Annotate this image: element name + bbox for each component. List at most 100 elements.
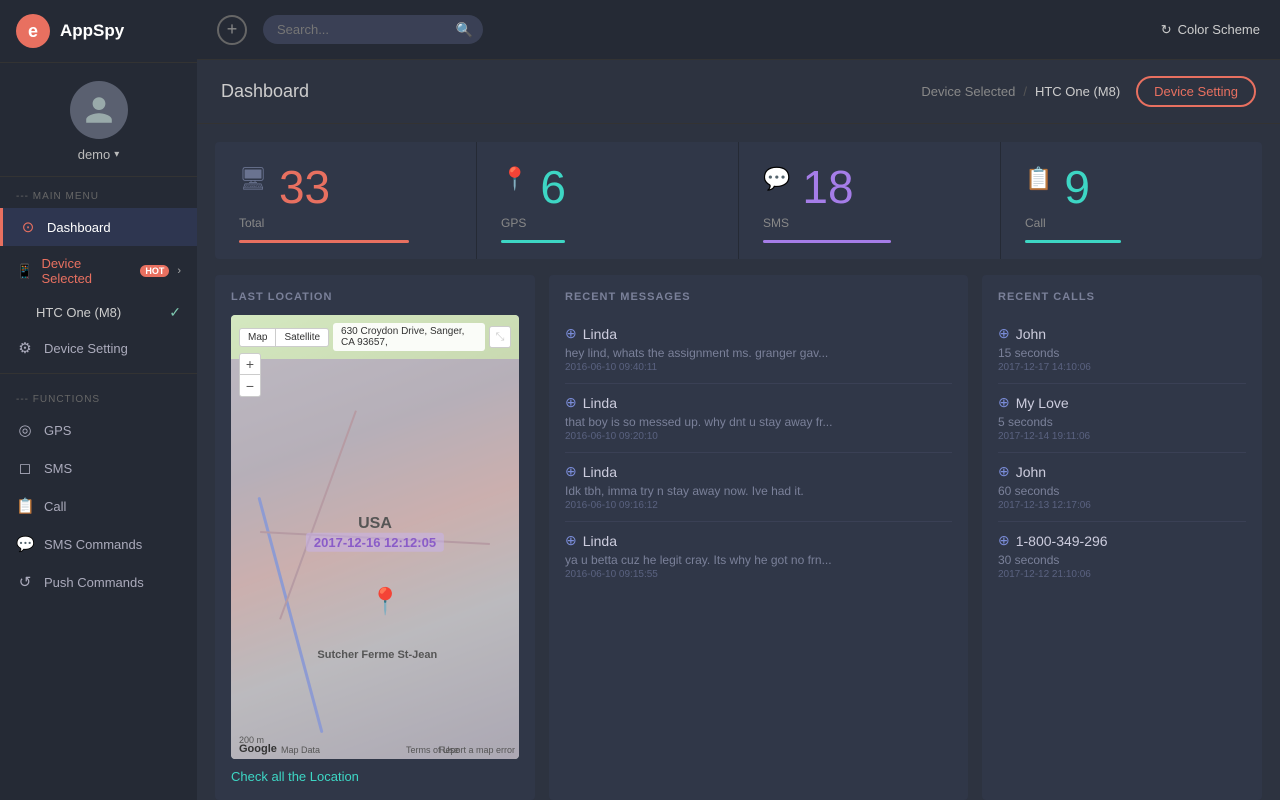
- add-button[interactable]: +: [217, 15, 247, 45]
- search-icon[interactable]: 🔍: [456, 21, 473, 38]
- call-icon-1: ⊕: [998, 394, 1010, 411]
- gps-icon: ◎: [16, 421, 34, 439]
- total-icon: 🖥: [239, 166, 267, 192]
- location-title: LAST LOCATION: [231, 291, 519, 303]
- functions-label: --- FUNCTIONS: [0, 380, 197, 411]
- call-time-2: 2017-12-13 12:17:06: [998, 500, 1246, 511]
- gps-value: 6: [540, 164, 566, 210]
- search-input[interactable]: [263, 15, 483, 44]
- zoom-out-button[interactable]: −: [239, 375, 261, 397]
- check-location-link[interactable]: Check all the Location: [231, 769, 519, 784]
- topbar: + 🔍 ↻ Color Scheme: [197, 0, 1280, 60]
- call-name-3: ⊕ 1-800-349-296: [998, 532, 1246, 549]
- call-bar: [1025, 240, 1121, 243]
- map-terrain: USA 2017-12-16 12:12:05 📍 Sutcher Ferme …: [231, 315, 519, 759]
- device-setting-button[interactable]: Device Setting: [1136, 76, 1256, 107]
- map-region-overlay: [231, 359, 519, 759]
- msg-icon-2: ⊕: [565, 463, 577, 480]
- map-center-info: USA 2017-12-16 12:12:05: [306, 515, 444, 552]
- msg-time-2: 2016-06-10 09:16:12: [565, 500, 952, 511]
- msg-text-1: that boy is so messed up. why dnt u stay…: [565, 415, 952, 429]
- sidebar-item-gps[interactable]: ◎ GPS: [0, 411, 197, 449]
- msg-icon-1: ⊕: [565, 394, 577, 411]
- report-label: Report a map error: [439, 745, 515, 755]
- color-scheme-button[interactable]: ↻ Color Scheme: [1161, 22, 1260, 38]
- sidebar-item-sms[interactable]: ◻ SMS: [0, 449, 197, 487]
- sidebar-item-call[interactable]: 📋 Call: [0, 487, 197, 525]
- map-zoom-controls: + −: [239, 353, 261, 397]
- sidebar-item-push-commands[interactable]: ↺ Push Commands: [0, 563, 197, 601]
- push-commands-icon: ↺: [16, 573, 34, 591]
- phone-icon: 📱: [16, 263, 33, 280]
- sms-bar: [763, 240, 891, 243]
- stat-gps: 📍 6 GPS: [477, 142, 739, 259]
- sidebar: e AppSpy demo ▾ --- MAIN MENU ⊙ Dashboar…: [0, 0, 197, 800]
- sidebar-item-device-selected[interactable]: 📱 Device Selected HOT ›: [0, 246, 197, 296]
- color-scheme-icon: ↻: [1161, 22, 1172, 38]
- map-city-label: Sutcher Ferme St-Jean: [317, 649, 437, 661]
- bottom-panels: LAST LOCATION USA 2017-12-16 12:12:05: [215, 275, 1262, 800]
- checkmark-icon: ✓: [169, 304, 181, 321]
- msg-time-0: 2016-06-10 09:40:11: [565, 362, 952, 373]
- msg-sender-0: ⊕ Linda: [565, 325, 952, 342]
- map-data-label: Map Data: [281, 745, 320, 755]
- search-wrapper: 🔍: [263, 15, 483, 44]
- user-name[interactable]: demo ▾: [78, 147, 120, 162]
- message-item: ⊕ Linda ya u betta cuz he legit cray. It…: [565, 522, 952, 590]
- stats-row: 🖥 33 Total 📍 6 GPS 💬 18 SMS 📋: [215, 142, 1262, 259]
- divider: [0, 373, 197, 374]
- call-stat-icon: 📋: [1025, 166, 1052, 192]
- sms-commands-icon: 💬: [16, 535, 34, 553]
- msg-icon-3: ⊕: [565, 532, 577, 549]
- map-pin-icon: 📍: [369, 586, 401, 617]
- gps-bar: [501, 240, 565, 243]
- calls-panel: RECENT CALLS ⊕ John 15 seconds 2017-12-1…: [982, 275, 1262, 800]
- hot-badge: HOT: [140, 265, 169, 277]
- msg-text-0: hey lind, whats the assignment ms. grang…: [565, 346, 952, 360]
- call-icon-2: ⊕: [998, 463, 1010, 480]
- avatar: [70, 81, 128, 139]
- map-type-buttons: Map Satellite: [239, 328, 329, 347]
- call-duration-2: 60 seconds: [998, 484, 1246, 498]
- sms-value: 18: [802, 164, 853, 210]
- call-duration-0: 15 seconds: [998, 346, 1246, 360]
- dashboard-icon: ⊙: [19, 218, 37, 236]
- app-logo: e: [16, 14, 50, 48]
- call-item-0: ⊕ John 15 seconds 2017-12-17 14:10:06: [998, 315, 1246, 384]
- total-value: 33: [279, 164, 330, 210]
- messages-title: RECENT MESSAGES: [565, 291, 952, 303]
- zoom-in-button[interactable]: +: [239, 353, 261, 375]
- call-label: Call: [1025, 216, 1238, 230]
- map-button[interactable]: Map: [239, 328, 276, 347]
- sidebar-item-dashboard[interactable]: ⊙ Dashboard: [0, 208, 197, 246]
- call-icon-0: ⊕: [998, 325, 1010, 342]
- sms-icon: ◻: [16, 459, 34, 477]
- call-name-0: ⊕ John: [998, 325, 1246, 342]
- call-item-1: ⊕ My Love 5 seconds 2017-12-14 19:11:06: [998, 384, 1246, 453]
- message-item: ⊕ Linda Idk tbh, imma try n stay away no…: [565, 453, 952, 522]
- device-option-htc[interactable]: HTC One (M8) ✓: [0, 296, 197, 329]
- map-container: USA 2017-12-16 12:12:05 📍 Sutcher Ferme …: [231, 315, 519, 759]
- stat-total: 🖥 33 Total: [215, 142, 477, 259]
- call-item-2: ⊕ John 60 seconds 2017-12-13 12:17:06: [998, 453, 1246, 522]
- stat-sms: 💬 18 SMS: [739, 142, 1001, 259]
- gps-stat-icon: 📍: [501, 166, 528, 192]
- msg-text-2: Idk tbh, imma try n stay away now. Ive h…: [565, 484, 952, 498]
- sidebar-item-sms-commands[interactable]: 💬 SMS Commands: [0, 525, 197, 563]
- sidebar-item-device-setting[interactable]: ⚙ Device Setting: [0, 329, 197, 367]
- satellite-button[interactable]: Satellite: [276, 328, 329, 347]
- msg-icon-0: ⊕: [565, 325, 577, 342]
- map-expand-button[interactable]: ⤡: [489, 326, 511, 348]
- chevron-right-icon: ›: [177, 265, 181, 277]
- stat-call: 📋 9 Call: [1001, 142, 1262, 259]
- msg-sender-1: ⊕ Linda: [565, 394, 952, 411]
- main-content: + 🔍 ↻ Color Scheme Dashboard Device Sele…: [197, 0, 1280, 800]
- calls-title: RECENT CALLS: [998, 291, 1246, 303]
- map-address-display: 630 Croydon Drive, Sanger, CA 93657,: [333, 323, 485, 351]
- call-item-3: ⊕ 1-800-349-296 30 seconds 2017-12-12 21…: [998, 522, 1246, 590]
- dashboard-header: Dashboard Device Selected / HTC One (M8)…: [197, 60, 1280, 124]
- breadcrumb: Device Selected / HTC One (M8): [921, 84, 1120, 99]
- sms-label: SMS: [763, 216, 976, 230]
- map-overlay-bar: Map Satellite 630 Croydon Drive, Sanger,…: [239, 323, 511, 351]
- call-time-3: 2017-12-12 21:10:06: [998, 569, 1246, 580]
